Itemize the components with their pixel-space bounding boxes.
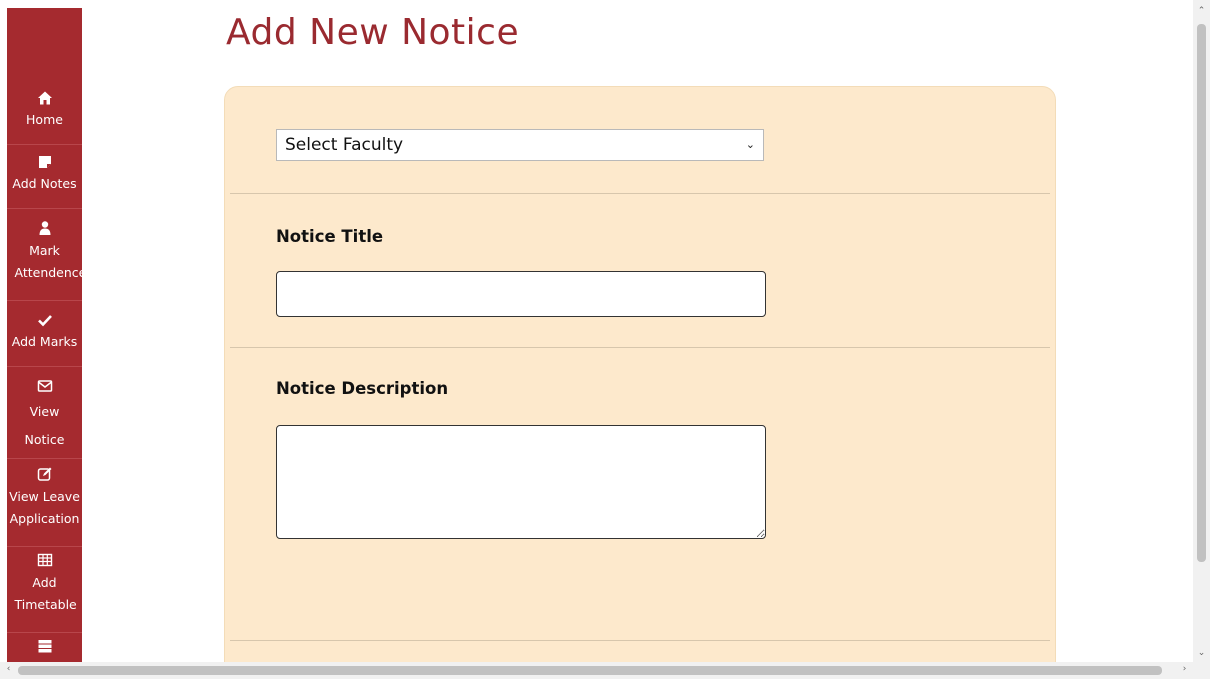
scrollbar-corner (1193, 662, 1210, 679)
sidebar-item-view-leave-application[interactable]: View Leave Application (7, 466, 82, 547)
envelope-icon (7, 378, 82, 398)
home-icon (7, 90, 82, 110)
scroll-down-icon[interactable]: ⌄ (1193, 648, 1210, 658)
sidebar-item-add-marks[interactable]: Add Marks (7, 312, 82, 367)
sidebar: Home Add Notes Mark Attendence Add Marks (7, 8, 82, 670)
sidebar-item-label: View Leave Application (9, 489, 80, 526)
sidebar-item-label: Add Timetable (14, 575, 77, 612)
faculty-select[interactable]: Select Faculty ⌄ (276, 129, 764, 161)
check-icon (7, 312, 82, 332)
chevron-down-icon: ⌄ (745, 138, 755, 151)
vertical-scrollbar-thumb[interactable] (1197, 24, 1206, 562)
table-icon (7, 552, 82, 572)
sidebar-item-label: Mark Attendence (14, 243, 83, 280)
sidebar-item-label: View Notice (24, 404, 65, 447)
horizontal-scrollbar-thumb[interactable] (18, 666, 1162, 675)
user-icon (7, 220, 82, 240)
scroll-left-icon[interactable]: ‹ (0, 664, 17, 674)
sidebar-item-label: Add Notes (12, 176, 77, 191)
app-viewport: Home Add Notes Mark Attendence Add Marks (0, 0, 1210, 679)
notice-title-input[interactable] (276, 271, 766, 317)
horizontal-scrollbar[interactable]: ‹ › (0, 662, 1193, 679)
divider (230, 193, 1050, 194)
page-title: Add New Notice (226, 12, 520, 53)
faculty-select-value: Select Faculty (285, 135, 404, 155)
server-icon (7, 638, 82, 658)
sidebar-item-view-notice[interactable]: View Notice (7, 378, 82, 459)
note-icon (7, 154, 82, 174)
sidebar-item-add-notes[interactable]: Add Notes (7, 154, 82, 209)
divider (230, 347, 1050, 348)
notice-description-textarea[interactable] (276, 425, 766, 539)
sidebar-item-label: Home (26, 112, 63, 127)
edit-icon (7, 466, 82, 486)
sidebar-item-home[interactable]: Home (7, 90, 82, 145)
scroll-right-icon[interactable]: › (1176, 664, 1193, 674)
sidebar-item-add-timetable[interactable]: Add Timetable (7, 552, 82, 633)
sidebar-item-mark-attendence[interactable]: Mark Attendence (7, 220, 82, 301)
divider (230, 640, 1050, 641)
sidebar-item-label: Add Marks (11, 334, 78, 349)
vertical-scrollbar[interactable]: ⌃ ⌄ (1193, 0, 1210, 662)
notice-description-label: Notice Description (276, 379, 449, 398)
notice-form-card: Select Faculty ⌄ Notice Title Notice Des… (224, 86, 1056, 679)
notice-title-label: Notice Title (276, 227, 384, 246)
scroll-up-icon[interactable]: ⌃ (1193, 6, 1210, 16)
